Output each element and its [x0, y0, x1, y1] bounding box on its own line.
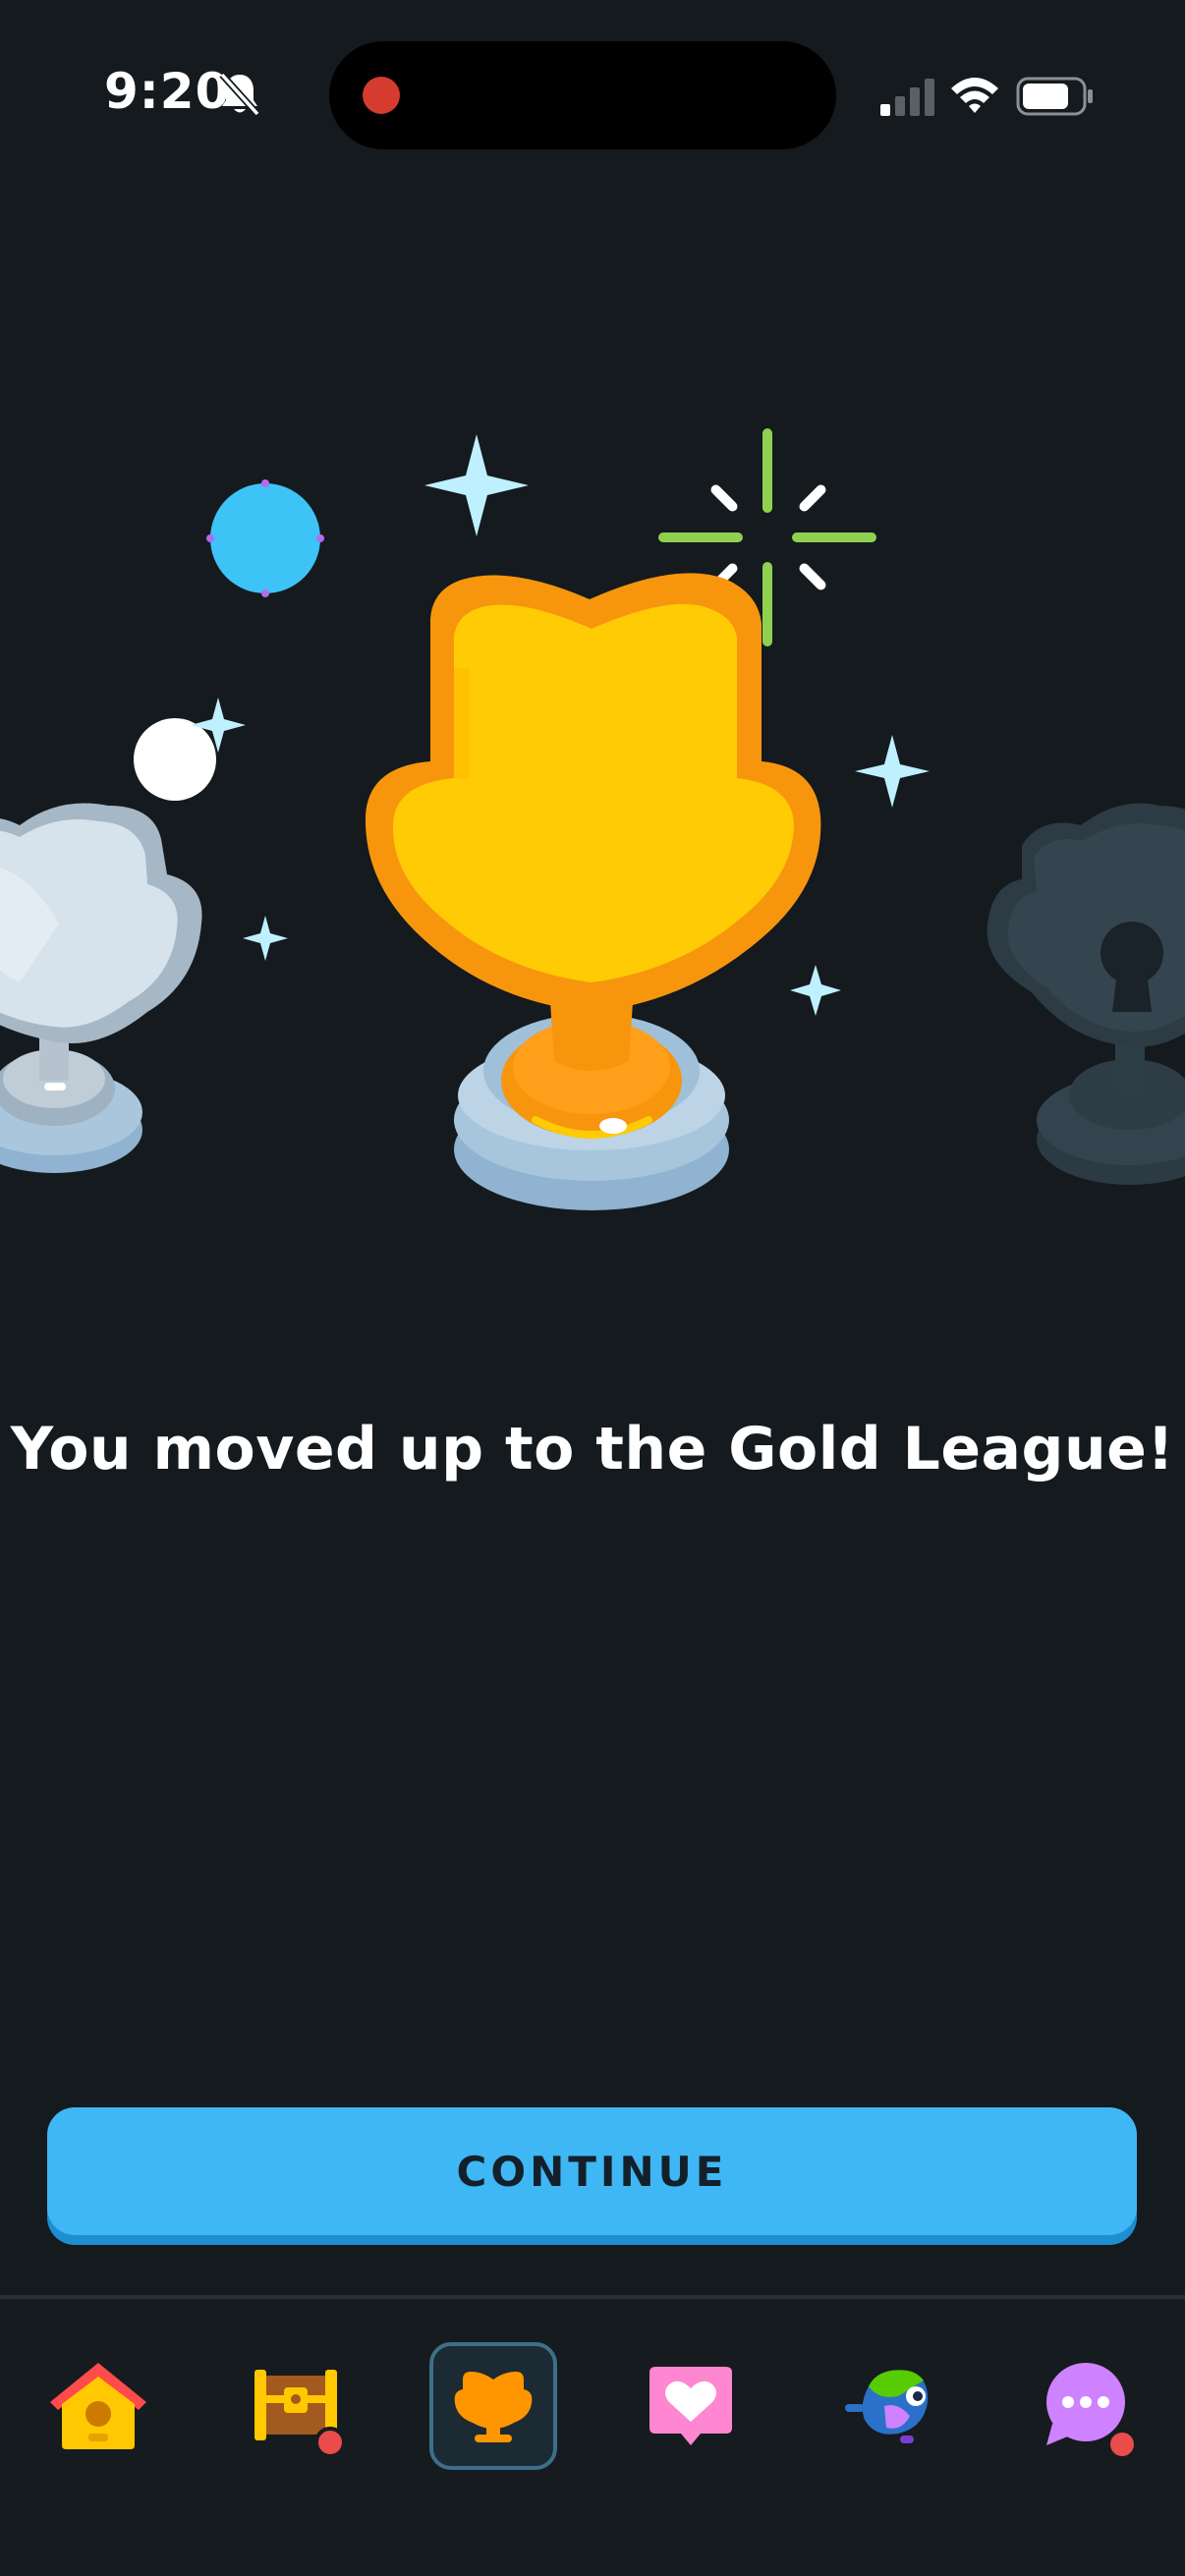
bell-slash-icon: [218, 71, 261, 120]
bottom-nav: [0, 2299, 1185, 2576]
continue-button-label: CONTINUE: [456, 2147, 728, 2196]
cellular-signal-icon: [880, 77, 935, 120]
nav-item-characters[interactable]: [824, 2342, 952, 2470]
heart-message-icon: [644, 2357, 738, 2455]
home-icon: [44, 2355, 152, 2457]
promotion-headline: You moved up to the Gold League!: [10, 1415, 1175, 1484]
locked-trophy-icon: [987, 803, 1185, 1185]
nav-item-quests[interactable]: [232, 2342, 360, 2470]
silver-trophy-icon: [0, 803, 202, 1173]
trophy-icon: [449, 2360, 537, 2452]
nav-item-friends[interactable]: [627, 2342, 755, 2470]
league-promotion-screen: 9:20 You moved up to the Gold League! CO…: [0, 0, 1185, 2576]
notification-badge: [314, 2427, 346, 2458]
status-time: 9:20: [104, 63, 231, 120]
status-bar: 9:20: [0, 0, 1185, 187]
wifi-icon: [949, 75, 1000, 120]
nav-item-home[interactable]: [34, 2342, 162, 2470]
nav-item-more[interactable]: [1022, 2342, 1150, 2470]
notification-badge: [1106, 2429, 1138, 2460]
continue-button[interactable]: CONTINUE: [47, 2107, 1137, 2235]
bird-avatar-icon: [839, 2357, 937, 2455]
blue-orb-decoration: [206, 479, 324, 597]
dynamic-island: [329, 41, 836, 149]
white-orb-decoration: [134, 718, 216, 801]
battery-icon: [1016, 77, 1095, 120]
recording-dot-icon: [363, 77, 400, 114]
nav-item-leaderboards[interactable]: [429, 2342, 557, 2470]
league-trophies-illustration: [0, 373, 1185, 1297]
gold-trophy-icon: [365, 573, 821, 1210]
